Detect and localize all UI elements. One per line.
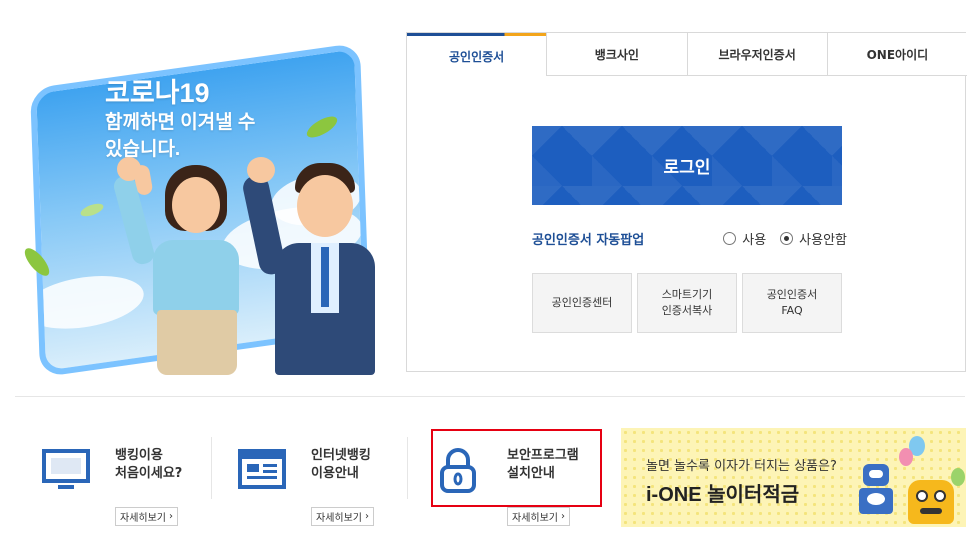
highlight-box	[431, 429, 602, 507]
guide-title-line: 뱅킹이용	[115, 448, 163, 463]
monster-icon	[908, 480, 954, 524]
guide-title-line: 인터넷뱅킹	[311, 448, 371, 463]
sub-button-label: FAQ	[781, 304, 803, 317]
login-panel: 공인인증서 뱅크사인 브라우저인증서 ONE아이디 로그인 공인인증서 자동팝업…	[406, 32, 967, 372]
sub-button-label: 공인인증서	[766, 288, 818, 301]
more-details-button[interactable]: 자세히보기 ›	[507, 507, 570, 526]
tab-one-id[interactable]: ONE아이디	[826, 33, 967, 76]
guide-internet-banking: 인터넷뱅킹 이용안내 자세히보기 ›	[211, 430, 401, 530]
guide-first-time-banking: 뱅킹이용 처음이세요? 자세히보기 ›	[15, 430, 205, 530]
sub-button-label: 스마트기기	[661, 288, 713, 301]
promo-subtitle: 놀면 놀수록 이자가 터지는 상품은?	[646, 459, 837, 474]
autopop-setting: 공인인증서 자동팝업 사용 사용안함	[532, 228, 847, 248]
hero-message: 코로나19 함께하면 이겨낼 수 있습니다.	[105, 77, 255, 163]
man-figure	[240, 155, 385, 375]
more-details-label: 자세히보기	[512, 513, 558, 524]
certificate-sub-buttons: 공인인증센터 스마트기기 인증서복사 공인인증서 FAQ	[532, 273, 842, 333]
hero-banner: 코로나19 함께하면 이겨낼 수 있습니다.	[15, 25, 395, 378]
promo-title: i-ONE 놀이터적금	[646, 484, 800, 506]
radio-use-label[interactable]: 사용	[742, 229, 766, 248]
smart-device-copy-button[interactable]: 스마트기기 인증서복사	[637, 273, 737, 333]
certificate-faq-button[interactable]: 공인인증서 FAQ	[742, 273, 842, 333]
monitor-icon	[41, 445, 91, 495]
more-details-label: 자세히보기	[120, 513, 166, 524]
balloon-decoration	[899, 448, 913, 466]
chevron-right-icon: ›	[169, 511, 173, 522]
promo-banner[interactable]: 놀면 놀수록 이자가 터지는 상품은? i-ONE 놀이터적금	[621, 428, 966, 527]
autopop-radio-group: 사용 사용안함	[723, 229, 847, 248]
login-button[interactable]: 로그인	[532, 126, 842, 205]
autopop-label: 공인인증서 자동팝업	[532, 232, 645, 248]
guide-title: 뱅킹이용 처음이세요?	[115, 447, 182, 483]
sub-button-label: 공인인증센터	[551, 296, 613, 309]
radio-no-use-label[interactable]: 사용안함	[799, 229, 847, 248]
radio-use[interactable]	[723, 231, 737, 245]
guide-title-line: 이용안내	[311, 466, 359, 481]
login-tabs: 공인인증서 뱅크사인 브라우저인증서 ONE아이디	[407, 33, 967, 76]
webpage-icon	[237, 445, 287, 495]
guide-title-line: 처음이세요?	[115, 466, 183, 481]
woman-figure	[111, 155, 255, 375]
section-divider	[15, 396, 965, 397]
tab-banksign[interactable]: 뱅크사인	[546, 33, 687, 76]
certificate-center-button[interactable]: 공인인증센터	[532, 273, 632, 333]
tab-browser-certificate[interactable]: 브라우저인증서	[686, 33, 827, 76]
chevron-right-icon: ›	[365, 511, 369, 522]
more-details-button[interactable]: 자세히보기 ›	[311, 507, 374, 526]
hero-title: 코로나19	[105, 78, 210, 108]
tab-certificate[interactable]: 공인인증서	[407, 33, 547, 76]
chevron-right-icon: ›	[561, 511, 565, 522]
robot-icon	[859, 464, 893, 522]
sub-button-label: 인증서복사	[661, 304, 713, 317]
guide-title: 인터넷뱅킹 이용안내	[311, 447, 371, 483]
radio-no-use[interactable]	[780, 231, 794, 245]
hero-subtitle-1: 함께하면 이겨낼 수	[105, 112, 256, 133]
more-details-label: 자세히보기	[316, 513, 362, 524]
more-details-button[interactable]: 자세히보기 ›	[115, 507, 178, 526]
